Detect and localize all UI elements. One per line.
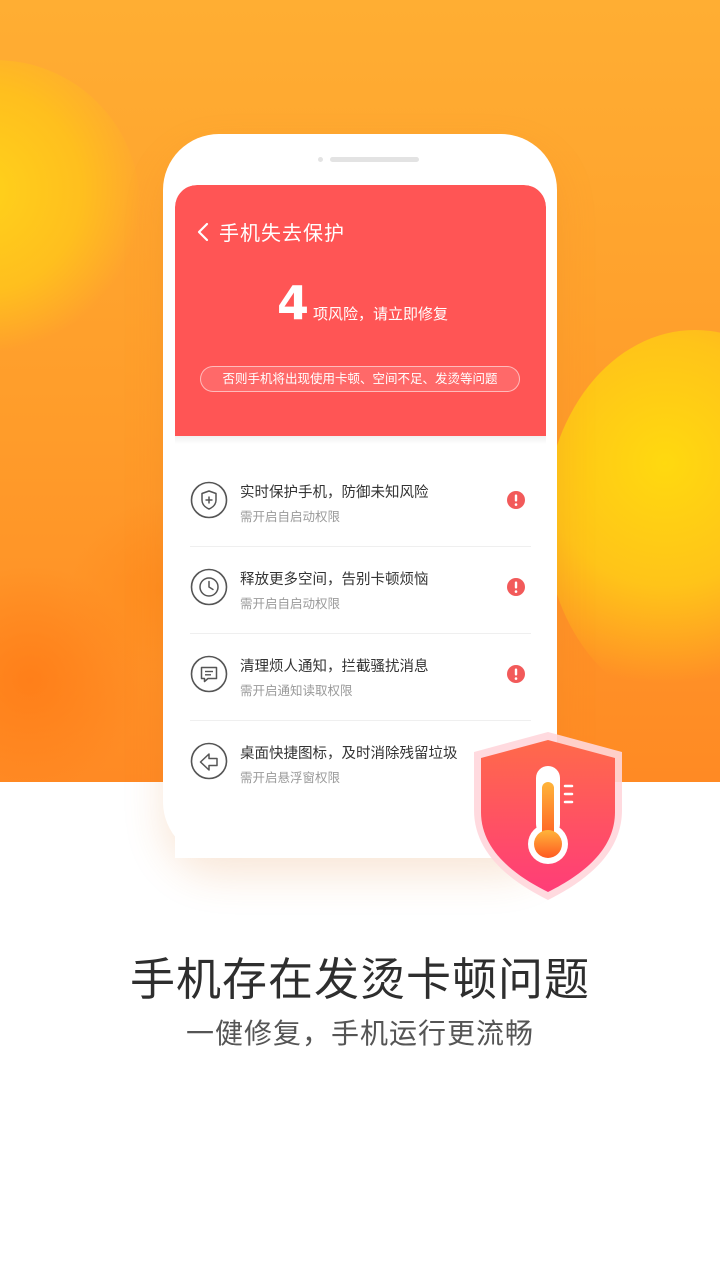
alert-icon bbox=[507, 578, 525, 596]
list-item-subtitle: 需开启自启动权限 bbox=[240, 509, 341, 524]
phone-camera bbox=[318, 157, 323, 162]
risk-header: 手机失去保护 4 项风险，请立即修复 否则手机将出现使用卡顿、空间不足、发烫等问… bbox=[175, 185, 546, 436]
list-item-realtime-protection[interactable]: 实时保护手机，防御未知风险 需开启自启动权限 bbox=[175, 460, 546, 546]
shortcut-icon bbox=[190, 742, 228, 780]
shield-plus-icon bbox=[190, 481, 228, 519]
list-item-title: 清理烦人通知，拦截骚扰消息 bbox=[240, 659, 429, 675]
screen-title: 手机失去保护 bbox=[219, 221, 345, 245]
alert-icon bbox=[507, 491, 525, 509]
list-item-subtitle: 需开启自启动权限 bbox=[240, 596, 341, 611]
list-item-clean-notifications[interactable]: 清理烦人通知，拦截骚扰消息 需开启通知读取权限 bbox=[175, 634, 546, 720]
thermometer-shield-icon bbox=[474, 732, 622, 900]
alert-icon bbox=[507, 665, 525, 683]
header-shadow bbox=[175, 436, 546, 444]
chevron-left-icon[interactable] bbox=[193, 221, 215, 243]
phone-speaker bbox=[330, 157, 419, 162]
message-icon bbox=[190, 655, 228, 693]
clock-icon bbox=[190, 568, 228, 606]
list-item-subtitle: 需开启悬浮窗权限 bbox=[240, 770, 341, 785]
warning-pill: 否则手机将出现使用卡顿、空间不足、发烫等问题 bbox=[200, 366, 520, 392]
promo-headline: 手机存在发烫卡顿问题 bbox=[129, 953, 590, 1006]
decor-blob bbox=[545, 330, 720, 710]
list-item-title: 实时保护手机，防御未知风险 bbox=[240, 485, 429, 501]
list-item-title: 释放更多空间，告别卡顿烦恼 bbox=[240, 572, 429, 588]
list-item-title: 桌面快捷图标，及时消除残留垃圾 bbox=[240, 746, 458, 762]
list-item-subtitle: 需开启通知读取权限 bbox=[240, 683, 353, 698]
risk-count: 4 bbox=[277, 276, 310, 330]
decor-blob bbox=[0, 60, 140, 350]
risk-text: 项风险，请立即修复 bbox=[313, 305, 449, 323]
list-item-free-space[interactable]: 释放更多空间，告别卡顿烦恼 需开启自启动权限 bbox=[175, 547, 546, 633]
promo-subline: 一健修复，手机运行更流畅 bbox=[185, 1017, 534, 1050]
